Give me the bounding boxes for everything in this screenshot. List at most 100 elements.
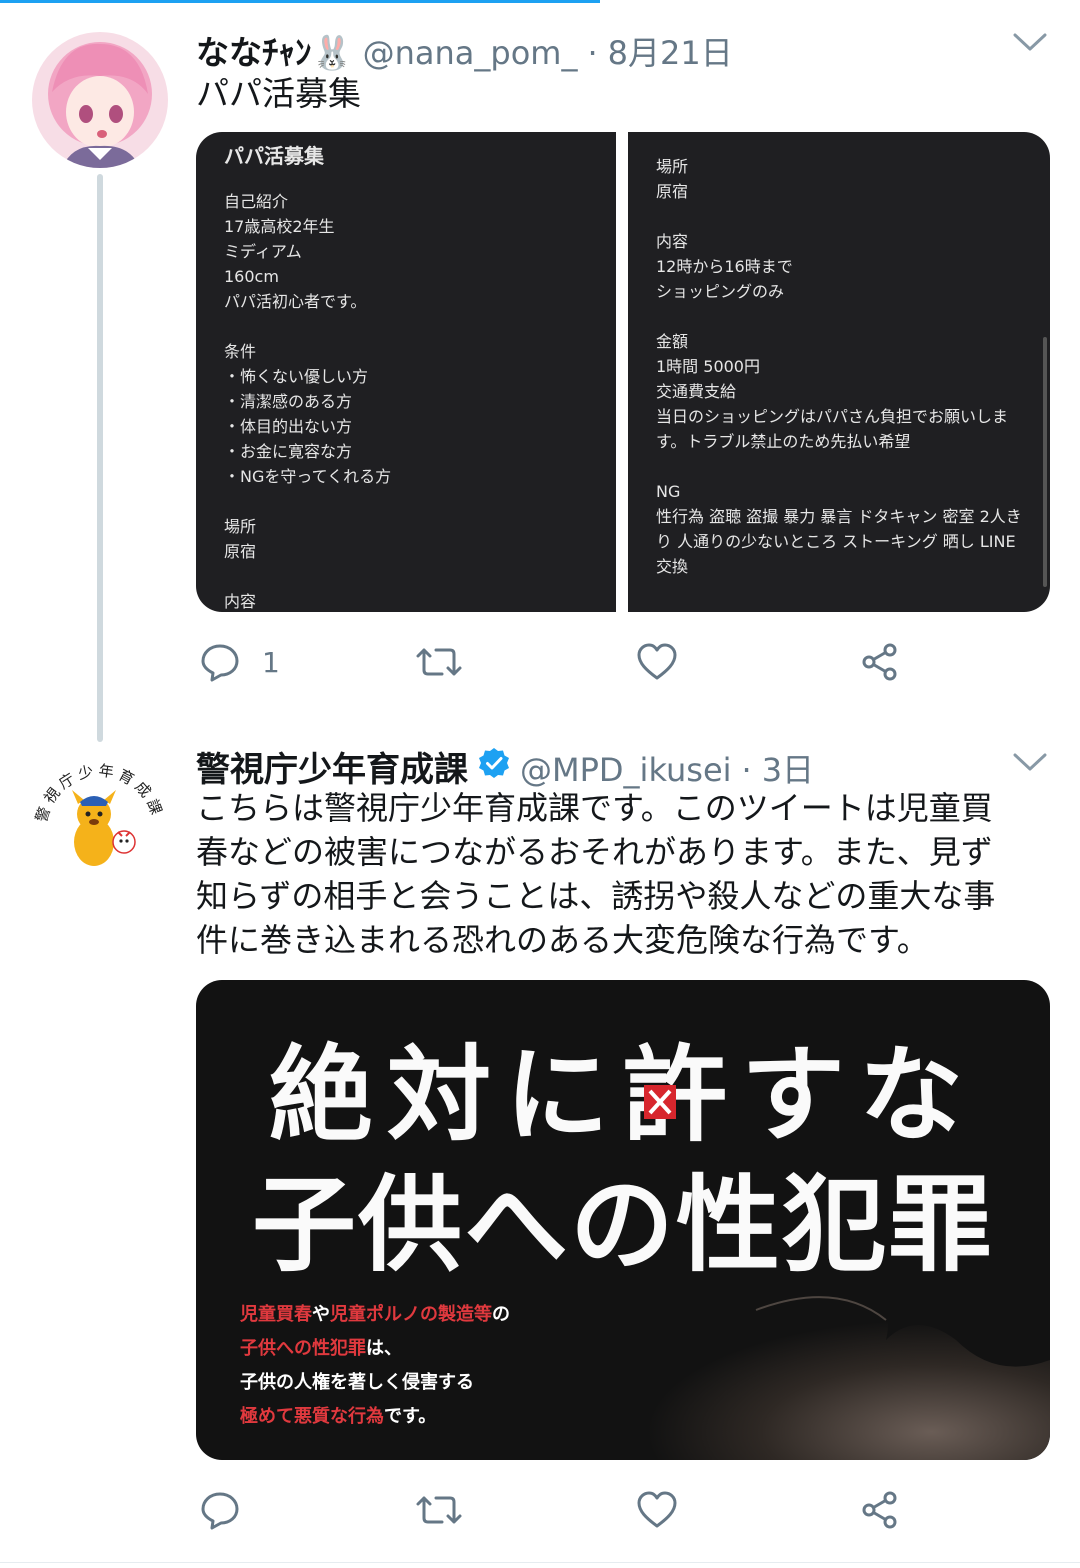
doc-text-line: NG (656, 482, 681, 501)
poster-text: や (312, 1304, 330, 1325)
doc-text-line (224, 489, 616, 514)
media-image-left[interactable]: パパ活募集 自己紹介 17歳高校2年生 ミディアム 160cm パパ活初心者です。 条件・… (196, 132, 616, 612)
display-name[interactable]: ななﾁｬﾝ🐰 (196, 26, 353, 74)
poster-body-line: 子供の人権を著しく侵害する (240, 1366, 510, 1400)
tweet-text: パパ活募集 (196, 74, 361, 113)
tweet-media-grid[interactable]: パパ活募集 自己紹介 17歳高校2年生 ミディアム 160cm パパ活初心者です。 条件・… (196, 132, 1050, 612)
retweet-button[interactable] (414, 632, 464, 692)
scrollbar (1043, 337, 1047, 587)
doc-text-line: ・怖くない優しい方 (224, 367, 369, 386)
tweet-media-poster[interactable]: 絶対に許すな 子供への性犯罪 児童買春や児童ポルノの製造等の 子供への性犯罪は、子… (196, 980, 1050, 1460)
share-button[interactable] (860, 632, 900, 692)
doc-text-line: 内容 (224, 592, 257, 611)
tweet-header: ななﾁｬﾝ🐰 @nana_pom_ · 8月21日 (196, 26, 743, 72)
doc-text-line: 160cm (224, 267, 279, 286)
doc-text-line (656, 204, 1050, 229)
poster-headline-2: 子供への性犯罪 (251, 1164, 994, 1286)
user-handle[interactable]: @nana_pom_ (363, 34, 578, 72)
poster-text: の (492, 1304, 510, 1325)
doc-text-line: 原宿 (656, 182, 689, 201)
tweet-text-line: 知らずの相手と会うことは、誘拐や殺人などの重大な事 (196, 877, 996, 915)
tweet-text: こちらは警視庁少年育成課です。このツイートは児童買 春などの被害につながるおそれ… (196, 786, 995, 962)
doc-text-line: 内容 (656, 232, 689, 251)
share-button[interactable] (860, 1480, 900, 1540)
doc-text-line: 場所 (656, 157, 689, 176)
tweet-text-line: 件に巻き込まれる恐れのある大変危険な行為です。 (196, 921, 929, 959)
divider (0, 1562, 1080, 1563)
doc-text-line: 1時間 5000円 (656, 357, 760, 376)
poster-text: です。 (384, 1406, 437, 1427)
like-icon (636, 1490, 678, 1530)
share-icon (860, 642, 900, 682)
avatar[interactable] (32, 32, 168, 168)
tweet-timestamp[interactable]: 3日 (762, 745, 814, 791)
poster-body-line: 児童買春や児童ポルノの製造等の (240, 1298, 510, 1332)
reply-icon (200, 642, 240, 682)
media-image-right[interactable]: 場所原宿内容 12時から16時まで ショッピングのみ 金額 1時間 5000円 交通費支給… (628, 132, 1050, 612)
poster-body-text: 児童買春や児童ポルノの製造等の 子供への性犯罪は、 子供の人権を著しく侵害する 極めて… (240, 1298, 510, 1434)
tweet-header: 警視庁少年育成課 @MPD_ikusei · 3日 (196, 742, 824, 791)
poster-highlight-text: 児童ポルノの製造等 (330, 1304, 492, 1325)
doc-text-line: ・清潔感のある方 (224, 392, 353, 411)
avatar[interactable]: 警視庁少年育成課 (32, 746, 168, 882)
doc-text-line: 12時から16時まで (656, 257, 793, 276)
doc-text-line: 自己紹介 (224, 192, 289, 211)
user-handle[interactable]: @MPD_ikusei (520, 751, 732, 789)
reply-button[interactable]: 1 (200, 632, 280, 692)
anime-girl-avatar-icon (32, 32, 168, 168)
reply-count: 1 (262, 645, 280, 679)
reply-button[interactable] (200, 1480, 240, 1540)
like-button[interactable] (636, 632, 678, 692)
doc-text-line: ・お金に寛容な方 (224, 442, 353, 461)
doc-text-line (224, 314, 616, 339)
doc-text-line: す。トラブル禁止のため先払い希望 (656, 432, 911, 451)
loading-progress-bar (0, 0, 600, 3)
retweet-button[interactable] (414, 1480, 464, 1540)
display-name[interactable]: 警視庁少年育成課 (196, 742, 468, 791)
doc-text-line: パパ活初心者です。 (224, 292, 367, 311)
doc-text-line: 交換 (656, 557, 689, 576)
doc-text-line: 交通費支給 (656, 382, 737, 401)
like-button[interactable] (636, 1480, 678, 1540)
retweet-icon (414, 1490, 464, 1530)
retweet-icon (414, 642, 464, 682)
tweet-actions: 1 (196, 632, 956, 692)
separator-dot: · (741, 751, 752, 789)
doc-text-line (656, 304, 1050, 329)
doc-text-line: 性行為 盗聴 盗撮 暴力 暴言 ドタキャン 密室 2人き (656, 507, 1022, 526)
poster-body-line: 子供への性犯罪は、 (240, 1332, 510, 1366)
reply-icon (200, 1490, 240, 1530)
poster-highlight-text: 極めて悪質な行為 (240, 1406, 384, 1427)
doc-text-line: ・体目的出ない方 (224, 417, 353, 436)
chevron-down-icon[interactable] (1012, 30, 1048, 58)
doc-text-line: 17歳高校2年生 (224, 217, 335, 236)
doc-text-line: ショッピングのみ (656, 282, 785, 301)
verified-badge-icon (478, 747, 510, 783)
doc-text-line (224, 564, 616, 589)
poster-headline-1: 絶対に許すな (268, 1034, 977, 1156)
like-icon (636, 642, 678, 682)
tweet-text-line: こちらは警視庁少年育成課です。このツイートは児童買 (196, 789, 993, 827)
doc-text-line: 原宿 (224, 542, 257, 561)
separator-dot: · (587, 34, 598, 72)
doc-text-lines: 場所原宿内容 12時から16時まで ショッピングのみ 金額 1時間 5000円 交通費支給… (656, 154, 1050, 579)
doc-text-line: ・NGを守ってくれる方 (224, 467, 392, 486)
poster-text: は、 (366, 1338, 402, 1359)
chevron-down-icon[interactable] (1012, 750, 1048, 778)
doc-text-lines: 自己紹介 17歳高校2年生 ミディアム 160cm パパ活初心者です。 条件・怖くない優し… (224, 189, 616, 612)
doc-text-line: 当日のショッピングはパパさん負担でお願いしま (656, 407, 1009, 426)
doc-title: パパ活募集 (224, 144, 324, 168)
doc-text-line: ミディアム (224, 242, 302, 261)
doc-text-line: 金額 (656, 332, 689, 351)
doc-text-line: 場所 (224, 517, 257, 536)
poster-text: 子供の人権を著しく侵害する (240, 1372, 474, 1393)
doc-text-line: 条件 (224, 342, 257, 361)
tweet-timestamp[interactable]: 8月21日 (608, 28, 733, 74)
tweet-actions (196, 1480, 956, 1540)
police-mascot-avatar-icon: 警視庁少年育成課 (32, 761, 163, 866)
tweet-text-line: 春などの被害につながるおそれがあります。また、見ず (196, 833, 993, 871)
thread-connector-line (97, 174, 103, 742)
poster-body-line: 極めて悪質な行為です。 (240, 1400, 510, 1434)
poster-highlight-text: 子供への性犯罪 (240, 1338, 366, 1359)
share-icon (860, 1490, 900, 1530)
